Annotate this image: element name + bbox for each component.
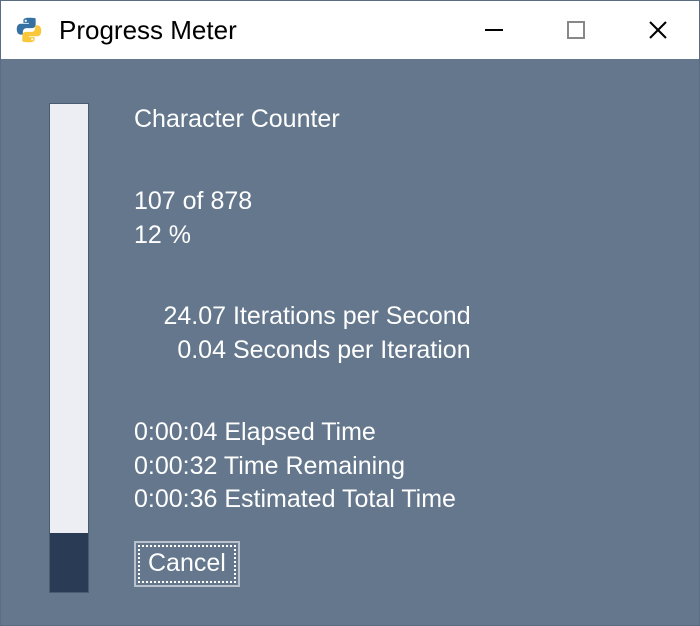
titlebar[interactable]: Progress Meter (1, 1, 699, 59)
progress-count-block: 107 of 878 12 % (134, 185, 471, 253)
percent-line: 12 % (134, 219, 471, 253)
rate-block: 24.07 Iterations per Second 0.04 Seconds… (134, 300, 471, 368)
maximize-button[interactable] (535, 1, 617, 59)
spi-value: 0.04 (154, 334, 226, 368)
python-icon (15, 16, 43, 44)
count-line: 107 of 878 (134, 185, 471, 219)
spi-label: Seconds per Iteration (233, 336, 471, 364)
close-button[interactable] (617, 1, 699, 59)
minimize-button[interactable] (453, 1, 535, 59)
progress-bar-column (49, 103, 89, 601)
square-icon (567, 21, 585, 39)
window-controls (453, 1, 699, 59)
remaining-label: Time Remaining (224, 452, 405, 480)
client-area: Character Counter 107 of 878 12 % 24.07 … (1, 59, 699, 625)
elapsed-value: 0:00:04 (134, 418, 217, 446)
remaining-value: 0:00:32 (134, 452, 217, 480)
cancel-button[interactable]: Cancel (134, 541, 240, 587)
progress-bar (49, 103, 89, 593)
estimated-value: 0:00:36 (134, 485, 217, 513)
window-title: Progress Meter (59, 15, 237, 46)
progress-title: Character Counter (134, 103, 471, 137)
ips-label: Iterations per Second (233, 302, 471, 330)
remaining-line: 0:00:32 Time Remaining (134, 450, 471, 484)
progress-meter-window: Progress Meter Character Counter 107 of … (0, 0, 700, 626)
estimated-label: Estimated Total Time (224, 485, 456, 513)
time-block: 0:00:04 Elapsed Time 0:00:32 Time Remain… (134, 416, 471, 517)
ips-value: 24.07 (154, 300, 226, 334)
estimated-line: 0:00:36 Estimated Total Time (134, 483, 471, 517)
elapsed-line: 0:00:04 Elapsed Time (134, 416, 471, 450)
elapsed-label: Elapsed Time (224, 418, 375, 446)
seconds-per-iteration-line: 0.04 Seconds per Iteration (154, 334, 471, 368)
progress-text-column: Character Counter 107 of 878 12 % 24.07 … (134, 103, 471, 601)
progress-bar-fill (50, 533, 88, 592)
iterations-per-second-line: 24.07 Iterations per Second (154, 300, 471, 334)
